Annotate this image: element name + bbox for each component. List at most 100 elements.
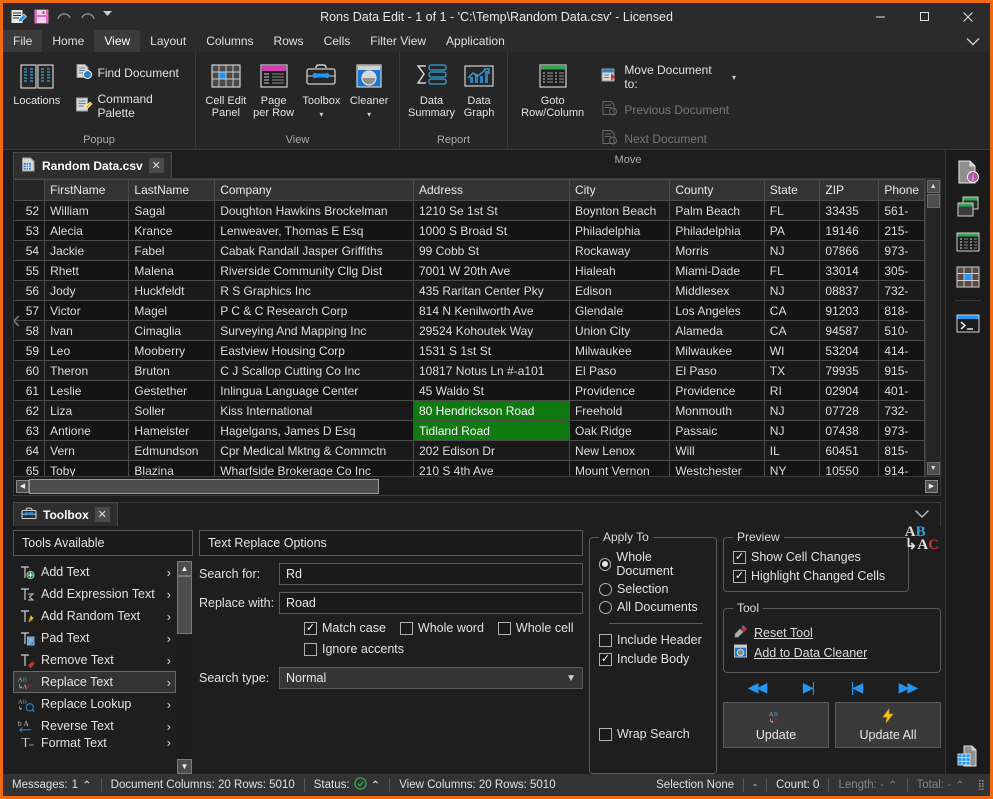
cell-select-icon[interactable] <box>954 263 982 291</box>
grid-cell-city[interactable]: Oak Ridge <box>569 421 669 441</box>
grid-cell-phone[interactable]: 732- <box>879 401 925 421</box>
grid-cell-firstname[interactable]: Liza <box>45 401 129 421</box>
grid-cell-state[interactable]: WI <box>764 341 820 361</box>
tab-file[interactable]: File <box>3 30 42 52</box>
grid-header-firstname[interactable]: FirstName <box>45 180 129 201</box>
grid-cell-lastname[interactable]: Huckfeldt <box>129 281 215 301</box>
tab-layout[interactable]: Layout <box>140 30 196 52</box>
highlight-changed-cells-checkbox[interactable]: ✓ Highlight Changed Cells <box>733 569 899 583</box>
grid-cell-city[interactable]: Philadelphia <box>569 221 669 241</box>
nav-previous-button[interactable]: |◀ <box>851 679 861 696</box>
whole-word-checkbox[interactable]: Whole word <box>400 621 484 635</box>
chevron-down-icon[interactable]: ▾ <box>732 73 736 82</box>
grid-cell-firstname[interactable]: Ivan <box>45 321 129 341</box>
grid-cell-state[interactable]: FL <box>764 201 820 221</box>
grid-cell-zip[interactable]: 07866 <box>820 241 879 261</box>
reset-tool-link[interactable]: Reset Tool <box>733 624 931 641</box>
scroll-right-icon[interactable]: ▶ <box>925 480 938 493</box>
table-row[interactable]: 61LeslieGestetherInlingua Language Cente… <box>14 381 925 401</box>
table-row[interactable]: 56JodyHuckfeldtR S Graphics Inc435 Rarit… <box>14 281 925 301</box>
chevron-right-icon[interactable]: › <box>167 737 171 748</box>
grid-cell-state[interactable]: NJ <box>764 281 820 301</box>
grid-cell-phone[interactable]: 215- <box>879 221 925 241</box>
grid-cell-county[interactable]: Westchester <box>670 461 764 477</box>
grid-header-lastname[interactable]: LastName <box>129 180 215 201</box>
grid-cell-zip[interactable]: 07728 <box>820 401 879 421</box>
grid-cell-state[interactable]: NJ <box>764 241 820 261</box>
grid-cell-state[interactable]: CA <box>764 301 820 321</box>
grid-cell-zip[interactable]: 94587 <box>820 321 879 341</box>
grid-cell-address[interactable]: 814 N Kenilworth Ave <box>413 301 569 321</box>
table-row[interactable]: 63AntioneHameisterHagelgans, James D Esq… <box>14 421 925 441</box>
tab-filter-view[interactable]: Filter View <box>360 30 436 52</box>
data-graph-button[interactable]: Data Graph <box>457 57 501 123</box>
page-per-row-button[interactable]: Page per Row <box>250 57 298 123</box>
grid-cell-county[interactable]: Philadelphia <box>670 221 764 241</box>
scroll-down-icon[interactable]: ▼ <box>927 462 940 475</box>
grid-cell-county[interactable]: Los Angeles <box>670 301 764 321</box>
grid-cell-county[interactable]: Passaic <box>670 421 764 441</box>
grid-cell-phone[interactable]: 818- <box>879 301 925 321</box>
grid-vertical-scrollbar[interactable]: ▲ ▼ <box>925 179 940 476</box>
close-icon[interactable]: ✕ <box>95 507 110 522</box>
add-to-data-cleaner-link[interactable]: Add to Data Cleaner <box>733 644 931 661</box>
grid-cell-firstname[interactable]: Victor <box>45 301 129 321</box>
table-row[interactable]: 62LizaSollerKiss International80 Hendric… <box>14 401 925 421</box>
grid-cell-company[interactable]: Doughton Hawkins Brockelman <box>215 201 414 221</box>
tool-item-reverse-text[interactable]: bAReverse Text› <box>13 715 176 737</box>
grid-cell-lastname[interactable]: Cimaglia <box>129 321 215 341</box>
tool-item-add-text[interactable]: Add Text› <box>13 561 176 583</box>
grid-cell-city[interactable]: New Lenox <box>569 441 669 461</box>
tab-columns[interactable]: Columns <box>196 30 263 52</box>
data-summary-button[interactable]: Data Summary <box>406 57 457 123</box>
grid-cell-phone[interactable]: 414- <box>879 341 925 361</box>
move-document-to-button[interactable]: Move Document to: ▾ <box>595 60 742 94</box>
grid-cell-rownum[interactable]: 55 <box>14 261 45 281</box>
ignore-accents-checkbox[interactable]: Ignore accents <box>304 642 404 656</box>
tool-item-add-expression-text[interactable]: Add Expression Text› <box>13 583 176 605</box>
grid-cell-rownum[interactable]: 65 <box>14 461 45 477</box>
save-icon[interactable] <box>33 8 50 25</box>
nav-next-button[interactable]: ▶| <box>803 679 813 696</box>
minimize-button[interactable] <box>858 3 902 30</box>
grid-cell-firstname[interactable]: Jody <box>45 281 129 301</box>
grid-cell-address[interactable]: 10817 Notus Ln #-a101 <box>413 361 569 381</box>
tab-view[interactable]: View <box>94 30 140 52</box>
close-icon[interactable]: ✕ <box>149 158 164 173</box>
previous-document-button[interactable]: Previous Document <box>595 97 742 123</box>
grid-cell-city[interactable]: Glendale <box>569 301 669 321</box>
grid-cell-phone[interactable]: 732- <box>879 281 925 301</box>
grid-header-county[interactable]: County <box>670 180 764 201</box>
grid-cell-county[interactable]: Alameda <box>670 321 764 341</box>
table-row[interactable]: 52WilliamSagalDoughton Hawkins Brockelma… <box>14 201 925 221</box>
grid-cell-firstname[interactable]: Leslie <box>45 381 129 401</box>
grid-cell-rownum[interactable]: 64 <box>14 441 45 461</box>
grid-cell-city[interactable]: Mount Vernon <box>569 461 669 477</box>
search-for-input[interactable]: Rd <box>279 563 583 585</box>
scroll-left-icon[interactable]: ◀ <box>16 480 29 493</box>
table-row[interactable]: 58IvanCimagliaSurveying And Mapping Inc2… <box>14 321 925 341</box>
tab-cells[interactable]: Cells <box>314 30 361 52</box>
grid-cell-firstname[interactable]: Antione <box>45 421 129 441</box>
grid-cell-city[interactable]: Union City <box>569 321 669 341</box>
horizontal-scroll-thumb[interactable] <box>29 479 379 494</box>
grid-cell-firstname[interactable]: Rhett <box>45 261 129 281</box>
grid-cell-lastname[interactable]: Krance <box>129 221 215 241</box>
grid-cell-phone[interactable]: 510- <box>879 321 925 341</box>
grid-cell-address[interactable]: Tidland Road <box>413 421 569 441</box>
grid-header-company[interactable]: Company <box>215 180 414 201</box>
tab-application[interactable]: Application <box>436 30 515 52</box>
grid-cell-rownum[interactable]: 56 <box>14 281 45 301</box>
grid-cell-state[interactable]: NJ <box>764 401 820 421</box>
grid-cell-county[interactable]: Palm Beach <box>670 201 764 221</box>
grid-cell-phone[interactable]: 973- <box>879 241 925 261</box>
grid-cell-company[interactable]: Kiss International <box>215 401 414 421</box>
grid-cell-state[interactable]: NJ <box>764 421 820 441</box>
search-type-select[interactable]: Normal ▼ <box>279 667 583 689</box>
grid-cell-zip[interactable]: 53204 <box>820 341 879 361</box>
grid-cell-city[interactable]: Boynton Beach <box>569 201 669 221</box>
locations-button[interactable]: Locations <box>9 57 65 111</box>
undo-icon[interactable] <box>56 8 73 25</box>
grid-cell-address[interactable]: 45 Waldo St <box>413 381 569 401</box>
vertical-scroll-thumb[interactable] <box>927 194 940 208</box>
